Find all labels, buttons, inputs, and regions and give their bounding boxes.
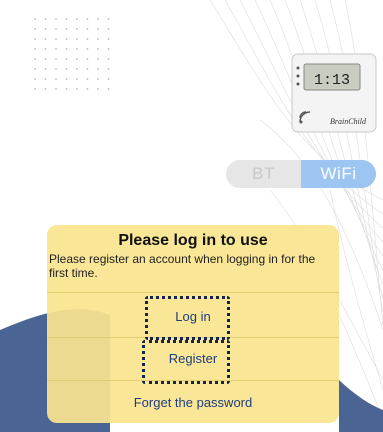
decorative-dot <box>65 18 68 20</box>
decorative-dot <box>107 88 110 90</box>
decorative-dot <box>44 48 47 50</box>
decorative-dot <box>86 68 89 70</box>
device-brand-label: BrainChild <box>330 117 367 126</box>
decorative-dot <box>76 38 78 40</box>
decorative-dot <box>55 78 57 80</box>
login-card: Please log in to use Please register an … <box>47 225 339 423</box>
decorative-dot <box>55 38 57 40</box>
decorative-dot <box>34 88 36 90</box>
device-image: 1:13 BrainChild <box>291 53 377 133</box>
decorative-dot <box>65 78 68 80</box>
decorative-dot <box>107 18 110 20</box>
decorative-dot <box>65 28 68 30</box>
decorative-dot <box>107 58 110 60</box>
decorative-dot <box>86 58 89 60</box>
decorative-dot <box>44 58 47 60</box>
decorative-dot <box>97 28 99 30</box>
decorative-dot <box>34 28 36 30</box>
decorative-dot <box>44 88 47 90</box>
decorative-dot <box>107 78 110 80</box>
decorative-dot <box>107 48 110 50</box>
decorative-dot <box>86 18 89 20</box>
divider <box>47 337 339 338</box>
bt-option[interactable]: BT <box>226 160 301 188</box>
decorative-dot <box>44 78 47 80</box>
decorative-dot <box>86 28 89 30</box>
decorative-dot <box>55 48 57 50</box>
decorative-dot <box>65 68 68 70</box>
decorative-dot <box>97 78 99 80</box>
decorative-dot <box>76 58 78 60</box>
decorative-dot <box>86 78 89 80</box>
decorative-dot <box>76 68 78 70</box>
decorative-dot <box>97 58 99 60</box>
decorative-dot <box>107 68 110 70</box>
divider <box>47 292 339 293</box>
decorative-dot <box>55 28 57 30</box>
decorative-dot <box>86 38 89 40</box>
decorative-dot <box>97 18 99 20</box>
decorative-dot <box>65 38 68 40</box>
divider <box>47 380 339 381</box>
decorative-dot <box>97 48 99 50</box>
decorative-dot <box>44 28 47 30</box>
decorative-dot <box>76 28 78 30</box>
device-display-reading: 1:13 <box>314 72 350 89</box>
decorative-dot <box>55 88 57 90</box>
decorative-dot <box>34 78 36 80</box>
card-title: Please log in to use <box>118 232 268 249</box>
decorative-dot <box>55 68 57 70</box>
decorative-dot <box>86 48 89 50</box>
decorative-dot <box>44 38 47 40</box>
decorative-dot <box>34 58 36 60</box>
decorative-dot <box>65 88 68 90</box>
decorative-dot <box>107 38 110 40</box>
wifi-option[interactable]: WiFi <box>301 160 376 188</box>
decorative-dot <box>107 28 110 30</box>
decorative-dot <box>97 88 99 90</box>
decorative-dot <box>97 68 99 70</box>
decorative-dot <box>76 88 78 90</box>
register-button[interactable]: Register <box>47 351 339 366</box>
decorative-dot <box>34 38 36 40</box>
decorative-dot <box>76 78 78 80</box>
card-subtitle: Please register an account when logging … <box>49 252 316 280</box>
decorative-dot <box>34 48 36 50</box>
forgot-password-link[interactable]: Forget the password <box>47 395 339 410</box>
login-button[interactable]: Log in <box>47 309 339 324</box>
decorative-dot <box>44 18 47 20</box>
decorative-dot <box>34 68 36 70</box>
decorative-dot <box>76 18 78 20</box>
decorative-dot <box>86 88 89 90</box>
decorative-dot <box>76 48 78 50</box>
connection-toggle[interactable]: BT WiFi <box>226 160 376 188</box>
decorative-dot <box>55 58 57 60</box>
decorative-dot <box>55 18 57 20</box>
decorative-dot <box>44 68 47 70</box>
decorative-dot <box>65 48 68 50</box>
decorative-dot <box>34 18 36 20</box>
dot-grid-decoration <box>34 18 110 90</box>
decorative-dot <box>65 58 68 60</box>
decorative-dot <box>97 38 99 40</box>
